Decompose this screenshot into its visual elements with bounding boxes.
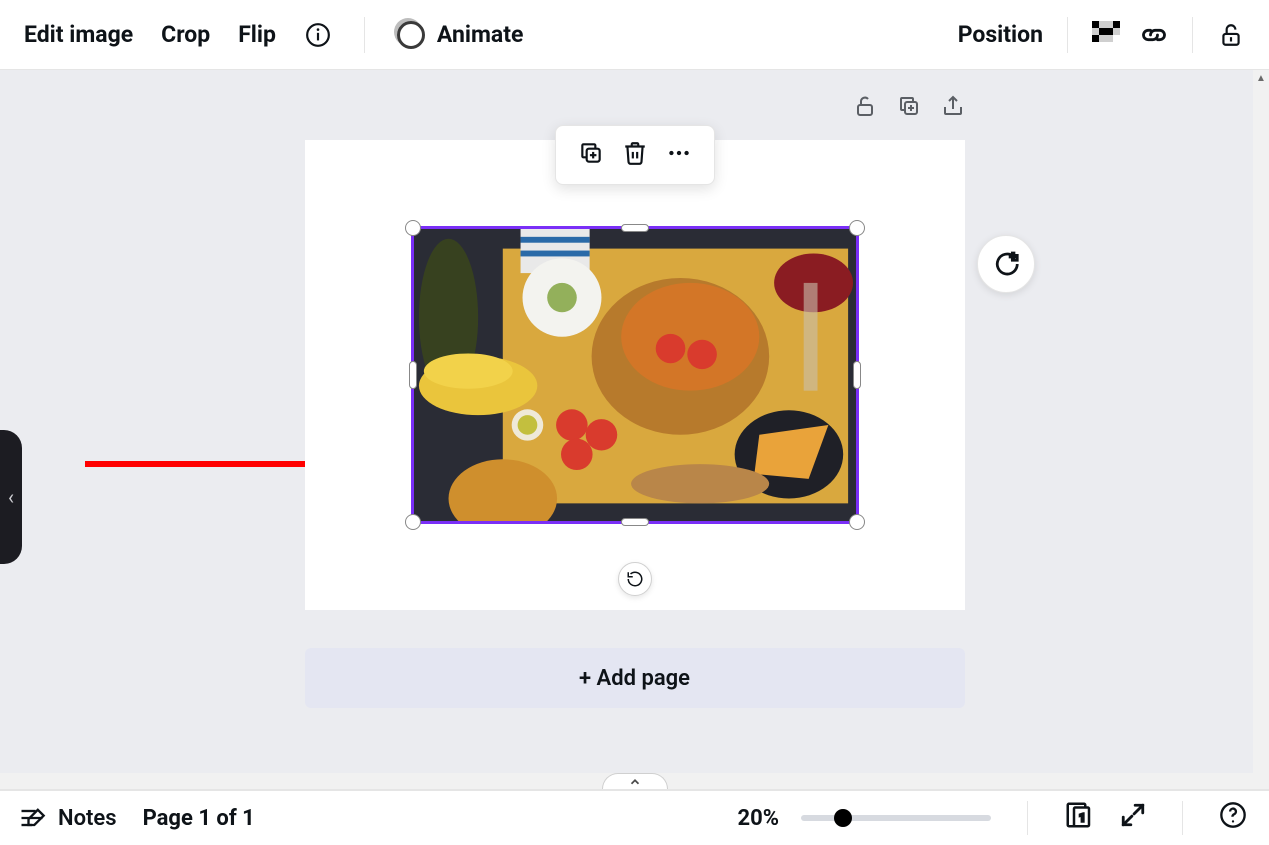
grid-view-icon[interactable]: 1 [1064,800,1094,836]
notes-label: Notes [58,806,117,831]
resize-handle-sw[interactable] [405,514,421,530]
flip-button[interactable]: Flip [238,21,276,48]
crop-button[interactable]: Crop [161,21,210,48]
zoom-value[interactable]: 20% [737,806,779,831]
add-comment-button[interactable]: + [977,235,1035,293]
vertical-scrollbar[interactable]: ▲ [1253,70,1269,789]
link-icon[interactable] [1140,21,1168,49]
zoom-slider-thumb[interactable] [834,809,852,827]
sidepanel-collapse-toggle[interactable] [0,430,22,564]
resize-handle-w[interactable] [409,361,417,389]
add-page-button[interactable]: + Add page [305,648,965,708]
resize-handle-se[interactable] [849,514,865,530]
duplicate-icon[interactable] [578,140,604,170]
toolbar-separator [1067,17,1068,53]
rotate-handle[interactable] [618,562,652,596]
edit-image-button[interactable]: Edit image [24,21,133,48]
info-icon[interactable] [304,21,332,49]
page-duplicate-icon[interactable] [897,94,921,130]
image-edit-toolbar: Edit image Crop Flip Animate Position [0,0,1269,70]
selected-image[interactable] [411,226,859,524]
design-page[interactable]: + [305,140,965,610]
toolbar-separator [364,17,365,53]
resize-handle-s[interactable] [621,518,649,526]
canvas-viewport[interactable]: ▲ [0,70,1269,789]
more-icon[interactable] [666,140,692,170]
zoom-slider[interactable] [801,815,991,821]
page-lock-icon[interactable] [853,94,877,130]
resize-handle-ne[interactable] [849,220,865,236]
bottombar-separator [1027,801,1028,835]
food-image-content [414,229,856,521]
animate-button[interactable]: Animate [437,21,524,48]
resize-handle-n[interactable] [621,224,649,232]
bottombar-separator [1182,801,1183,835]
delete-icon[interactable] [622,140,648,170]
help-icon[interactable] [1219,801,1247,835]
notes-button[interactable]: Notes [18,804,117,832]
resize-handle-nw[interactable] [405,220,421,236]
lock-icon[interactable] [1217,21,1245,49]
zoom-controls: 20% [737,806,991,831]
bottom-bar: Notes Page 1 of 1 20% 1 [0,789,1269,845]
position-button[interactable]: Position [958,21,1043,48]
svg-text:+: + [1009,249,1016,264]
page-indicator[interactable]: Page 1 of 1 [143,806,255,831]
fullscreen-icon[interactable] [1120,802,1146,834]
svg-text:1: 1 [1079,811,1085,824]
toolbar-separator [1192,17,1193,53]
notes-icon [18,804,46,832]
resize-handle-e[interactable] [853,361,861,389]
page-export-icon[interactable] [941,94,965,130]
selection-context-toolbar [555,125,715,185]
animate-ring-icon [397,21,425,49]
timeline-expand-handle[interactable] [602,773,668,789]
transparency-icon[interactable] [1092,21,1120,49]
